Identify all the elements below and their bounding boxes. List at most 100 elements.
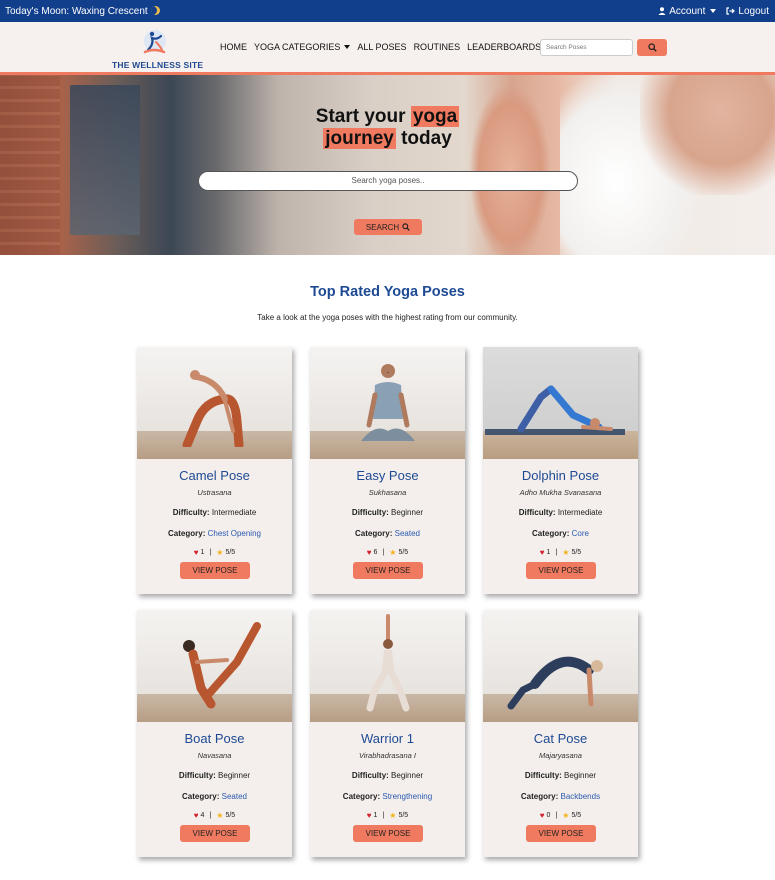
rating-value: 5/5 — [398, 549, 409, 556]
hero-search-button-label: SEARCH — [365, 222, 400, 232]
difficulty-label: Difficulty: — [351, 771, 389, 780]
category-link[interactable]: Chest Opening — [208, 529, 261, 538]
pose-sanskrit: Ustrasana — [197, 488, 232, 497]
main-navbar: THE WELLNESS SITE HOME YOGA CATEGORIES A… — [0, 22, 775, 75]
difficulty-value: Beginner — [391, 508, 424, 517]
heart-icon: ♥ — [193, 548, 199, 557]
pose-card: Cat Pose Majaryasana Difficulty: Beginne… — [483, 610, 638, 857]
pose-stats: ♥ 0 | ★ 5/5 — [483, 811, 638, 820]
pose-sanskrit: Majaryasana — [539, 751, 582, 760]
hero-image-hands — [470, 85, 550, 255]
pose-image — [483, 347, 638, 459]
heart-icon: ♥ — [366, 811, 372, 820]
site-logo[interactable]: THE WELLNESS SITE — [112, 26, 203, 72]
nav-link-home[interactable]: HOME — [220, 42, 247, 52]
likes-count: 4 — [200, 812, 205, 819]
nav-search-button[interactable] — [637, 39, 667, 56]
rating-value: 5/5 — [225, 549, 236, 556]
pose-stats: ♥ 1 | ★ 5/5 — [483, 548, 638, 557]
difficulty-label: Difficulty: — [524, 771, 562, 780]
stats-separator: | — [209, 812, 212, 819]
hero-search-button[interactable]: SEARCH — [354, 219, 422, 235]
pose-name: Cat Pose — [533, 731, 588, 746]
hero-image-window — [70, 85, 140, 235]
difficulty-value: Intermediate — [211, 508, 257, 517]
hero-title-highlight-yoga: yoga — [410, 106, 460, 127]
nav-link-leaderboards[interactable]: LEADERBOARDS — [467, 42, 541, 52]
view-pose-button[interactable]: VIEW POSE — [526, 562, 596, 579]
heart-icon: ♥ — [366, 548, 372, 557]
nav-link-routines[interactable]: ROUTINES — [414, 42, 461, 52]
pose-stats: ♥ 4 | ★ 5/5 — [137, 811, 292, 820]
nav-search-input[interactable]: Search Poses — [540, 39, 633, 56]
likes-count: 6 — [373, 549, 378, 556]
nav-link-yoga-categories[interactable]: YOGA CATEGORIES — [254, 42, 351, 52]
category-label: Category: — [355, 529, 393, 538]
pose-image — [310, 610, 465, 722]
pose-image — [310, 347, 465, 459]
pose-card: Warrior 1 Virabhadrasana I Difficulty: B… — [310, 610, 465, 857]
nav-links: HOME YOGA CATEGORIES ALL POSES ROUTINES … — [220, 42, 541, 52]
stats-separator: | — [555, 549, 558, 556]
category-link[interactable]: Seated — [222, 792, 247, 801]
view-pose-button[interactable]: VIEW POSE — [180, 562, 250, 579]
category-link[interactable]: Core — [572, 529, 589, 538]
pose-sanskrit: Adho Mukha Svanasana — [519, 488, 602, 497]
logout-icon — [726, 7, 736, 15]
pose-name: Warrior 1 — [361, 731, 414, 746]
category-link[interactable]: Strengthening — [382, 792, 432, 801]
pose-card: Camel Pose Ustrasana Difficulty: Interme… — [137, 347, 292, 594]
star-icon: ★ — [562, 548, 570, 557]
category-link[interactable]: Seated — [395, 529, 420, 538]
heart-icon: ♥ — [539, 811, 545, 820]
logout-link[interactable]: Logout — [726, 6, 769, 17]
account-dropdown[interactable]: Account — [658, 5, 717, 17]
view-pose-button[interactable]: VIEW POSE — [526, 825, 596, 842]
category-label: Category: — [520, 792, 559, 801]
category-link[interactable]: Backbends — [560, 792, 600, 801]
category-label: Category: — [168, 529, 206, 538]
likes-count: 1 — [200, 549, 205, 556]
difficulty-value: Beginner — [218, 771, 251, 780]
pose-image — [137, 610, 292, 722]
view-pose-button[interactable]: VIEW POSE — [353, 825, 423, 842]
pose-difficulty: Difficulty: Beginner — [310, 771, 465, 780]
pose-sanskrit: Navasana — [197, 751, 232, 760]
pose-difficulty: Difficulty: Beginner — [483, 771, 638, 780]
pose-category: Category: Seated — [137, 792, 292, 801]
category-label: Category: — [342, 792, 381, 801]
pose-card: Dolphin Pose Adho Mukha Svanasana Diffic… — [483, 347, 638, 594]
category-label: Category: — [182, 792, 220, 801]
pose-category: Category: Backbends — [483, 792, 638, 801]
category-label: Category: — [532, 529, 570, 538]
pose-name: Easy Pose — [356, 468, 419, 483]
rating-value: 5/5 — [571, 549, 582, 556]
pose-stats: ♥ 1 | ★ 5/5 — [310, 811, 465, 820]
hero-title-highlight-journey: journey — [323, 128, 396, 149]
nav-link-all-poses[interactable]: ALL POSES — [357, 42, 406, 52]
chevron-down-icon — [344, 45, 351, 49]
account-label: Account — [669, 5, 706, 17]
difficulty-value: Intermediate — [557, 508, 603, 517]
logo-icon — [143, 30, 166, 54]
pose-category: Category: Seated — [310, 529, 465, 538]
star-icon: ★ — [216, 811, 224, 820]
view-pose-button[interactable]: VIEW POSE — [353, 562, 423, 579]
top-bar: Today's Moon: Waxing Crescent Account Lo… — [0, 0, 775, 22]
pose-sanskrit: Sukhasana — [368, 488, 407, 497]
heart-icon: ♥ — [539, 548, 545, 557]
hero-search-input[interactable]: Search yoga poses.. — [198, 171, 578, 191]
pose-stats: ♥ 1 | ★ 5/5 — [137, 548, 292, 557]
moon-icon — [150, 5, 160, 15]
rating-value: 5/5 — [398, 812, 409, 819]
difficulty-value: Beginner — [391, 771, 424, 780]
moon-status: Today's Moon: Waxing Crescent — [5, 5, 160, 17]
likes-count: 1 — [546, 549, 551, 556]
difficulty-label: Difficulty: — [172, 508, 210, 517]
pose-difficulty: Difficulty: Beginner — [310, 508, 465, 517]
difficulty-value: Beginner — [564, 771, 597, 780]
search-icon — [402, 223, 410, 231]
section-title: Top Rated Yoga Poses — [310, 284, 465, 300]
view-pose-button[interactable]: VIEW POSE — [180, 825, 250, 842]
pose-card: Boat Pose Navasana Difficulty: Beginner … — [137, 610, 292, 857]
